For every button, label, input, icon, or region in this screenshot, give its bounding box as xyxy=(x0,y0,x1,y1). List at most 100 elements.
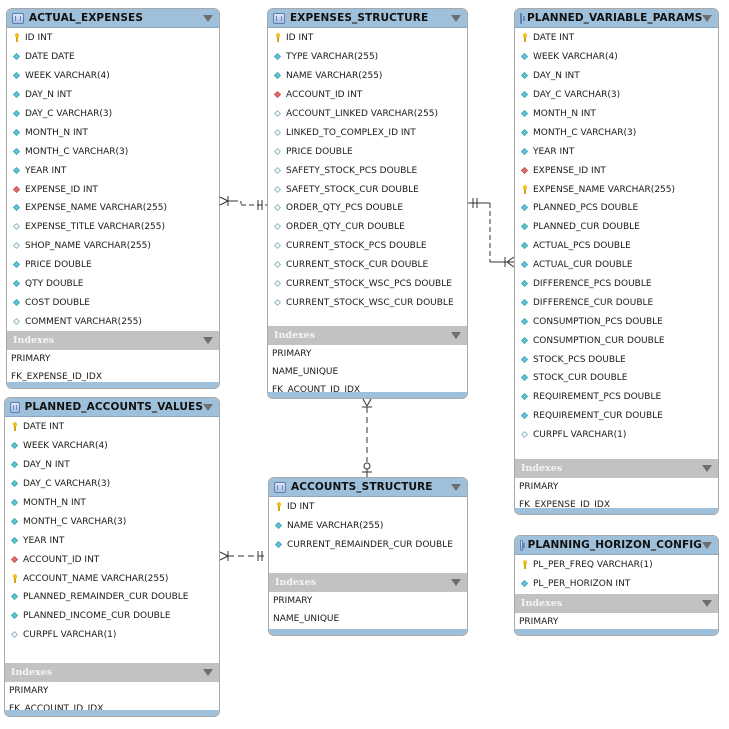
collapse-triangle-icon[interactable] xyxy=(451,14,461,22)
column-row[interactable]: DATE INT xyxy=(5,418,219,437)
column-row[interactable]: DAY_N INT xyxy=(7,86,219,105)
column-row[interactable]: ACCOUNT_ID INT xyxy=(5,550,219,569)
column-row[interactable]: QTY DOUBLE xyxy=(7,275,219,294)
column-row[interactable]: MONTH_N INT xyxy=(515,105,718,124)
column-row[interactable]: MONTH_C VARCHAR(3) xyxy=(5,512,219,531)
column-row[interactable]: EXPENSE_NAME VARCHAR(255) xyxy=(515,180,718,199)
indexes-header[interactable]: Indexes xyxy=(515,593,718,613)
column-row[interactable]: PLANNED_PCS DOUBLE xyxy=(515,199,718,218)
column-row[interactable]: DATE DATE xyxy=(7,48,219,67)
column-row[interactable]: EXPENSE_ID INT xyxy=(515,161,718,180)
column-row[interactable]: PLANNED_REMAINDER_CUR DOUBLE xyxy=(5,588,219,607)
column-row[interactable]: PL_PER_HORIZON INT xyxy=(515,575,718,594)
column-row[interactable]: EXPENSE_NAME VARCHAR(255) xyxy=(7,199,219,218)
collapse-triangle-icon[interactable] xyxy=(203,403,213,411)
column-row[interactable]: YEAR INT xyxy=(7,161,219,180)
column-row[interactable]: REQUIREMENT_CUR DOUBLE xyxy=(515,407,718,426)
collapse-triangle-icon[interactable] xyxy=(702,14,713,22)
column-row[interactable]: DAY_C VARCHAR(3) xyxy=(7,105,219,124)
collapse-triangle-icon[interactable] xyxy=(451,578,461,586)
column-row[interactable]: REQUIREMENT_PCS DOUBLE xyxy=(515,388,718,407)
table-planned-variable-params[interactable]: PLANNED_VARIABLE_PARAMS DATE INT WEEK VARC… xyxy=(514,8,719,515)
column-row[interactable]: DAY_C VARCHAR(3) xyxy=(5,475,219,494)
column-row[interactable]: LINKED_TO_COMPLEX_ID INT xyxy=(268,123,467,142)
index-row[interactable]: PRIMARY xyxy=(5,682,219,700)
column-row[interactable]: PLANNED_CUR DOUBLE xyxy=(515,218,718,237)
table-accounts-structure[interactable]: ACCOUNTS_STRUCTURE ID INT NAME VARCHAR(255… xyxy=(268,477,468,636)
column-row[interactable]: CURRENT_REMAINDER_CUR DOUBLE xyxy=(269,536,467,555)
collapse-triangle-icon[interactable] xyxy=(702,464,712,472)
column-row[interactable]: YEAR INT xyxy=(5,531,219,550)
index-row[interactable]: PRIMARY xyxy=(269,592,467,610)
column-row[interactable]: EXPENSE_ID INT xyxy=(7,180,219,199)
column-row[interactable]: PL_PER_FREQ VARCHAR(1) xyxy=(515,556,718,575)
collapse-triangle-icon[interactable] xyxy=(702,599,712,607)
column-row[interactable]: ID INT xyxy=(269,498,467,517)
column-row[interactable]: COMMENT VARCHAR(255) xyxy=(7,312,219,331)
column-row[interactable]: WEEK VARCHAR(4) xyxy=(5,437,219,456)
column-row[interactable]: ACCOUNT_LINKED VARCHAR(255) xyxy=(268,105,467,124)
column-row[interactable]: TYPE VARCHAR(255) xyxy=(268,48,467,67)
index-row[interactable]: NAME_UNIQUE xyxy=(268,363,467,381)
table-header[interactable]: PLANNING_HORIZON_CONFIG xyxy=(515,536,718,555)
table-header[interactable]: PLANNED_ACCOUNTS_VALUES xyxy=(5,398,219,417)
indexes-header[interactable]: Indexes xyxy=(268,326,467,346)
column-row[interactable]: CURRENT_STOCK_WSC_CUR DOUBLE xyxy=(268,293,467,312)
table-header[interactable]: ACCOUNTS_STRUCTURE xyxy=(269,478,467,497)
column-row[interactable]: COST DOUBLE xyxy=(7,293,219,312)
column-row[interactable]: EXPENSE_TITLE VARCHAR(255) xyxy=(7,218,219,237)
column-row[interactable]: PRICE DOUBLE xyxy=(7,256,219,275)
index-row[interactable]: NAME_UNIQUE xyxy=(269,610,467,628)
column-row[interactable]: SHOP_NAME VARCHAR(255) xyxy=(7,237,219,256)
column-row[interactable]: STOCK_PCS DOUBLE xyxy=(515,350,718,369)
column-row[interactable]: CONSUMPTION_CUR DOUBLE xyxy=(515,331,718,350)
table-header[interactable]: EXPENSES_STRUCTURE xyxy=(268,9,467,28)
table-planned-accounts-values[interactable]: PLANNED_ACCOUNTS_VALUES DATE INT WEEK VARC… xyxy=(4,397,220,717)
indexes-header[interactable]: Indexes xyxy=(269,572,467,592)
column-row[interactable]: NAME VARCHAR(255) xyxy=(269,517,467,536)
collapse-triangle-icon[interactable] xyxy=(451,332,461,340)
column-row[interactable]: MONTH_N INT xyxy=(5,494,219,513)
column-row[interactable]: YEAR INT xyxy=(515,142,718,161)
column-row[interactable]: CURRENT_STOCK_WSC_PCS DOUBLE xyxy=(268,275,467,294)
column-row[interactable]: ID INT xyxy=(268,29,467,48)
column-row[interactable]: DAY_C VARCHAR(3) xyxy=(515,86,718,105)
table-header[interactable]: PLANNED_VARIABLE_PARAMS xyxy=(515,9,718,28)
collapse-triangle-icon[interactable] xyxy=(203,668,213,676)
column-row[interactable]: DAY_N INT xyxy=(5,456,219,475)
column-row[interactable]: DIFFERENCE_CUR DOUBLE xyxy=(515,293,718,312)
indexes-header[interactable]: Indexes xyxy=(5,662,219,682)
column-row[interactable]: ACCOUNT_NAME VARCHAR(255) xyxy=(5,569,219,588)
column-row[interactable]: ID INT xyxy=(7,29,219,48)
column-row[interactable]: ORDER_QTY_PCS DOUBLE xyxy=(268,199,467,218)
column-row[interactable]: MONTH_C VARCHAR(3) xyxy=(7,142,219,161)
collapse-triangle-icon[interactable] xyxy=(702,541,712,549)
column-row[interactable]: PLANNED_INCOME_CUR DOUBLE xyxy=(5,607,219,626)
indexes-header[interactable]: Indexes xyxy=(515,458,718,478)
column-row[interactable]: CURRENT_STOCK_PCS DOUBLE xyxy=(268,237,467,256)
column-row[interactable]: WEEK VARCHAR(4) xyxy=(515,48,718,67)
column-row[interactable]: PRICE DOUBLE xyxy=(268,142,467,161)
column-row[interactable]: CURPFL VARCHAR(1) xyxy=(5,626,219,645)
table-header[interactable]: ACTUAL_EXPENSES xyxy=(7,9,219,28)
column-row[interactable]: DATE INT xyxy=(515,29,718,48)
index-row[interactable]: PRIMARY xyxy=(268,345,467,363)
table-expenses-structure[interactable]: EXPENSES_STRUCTURE ID INT TYPE VARCHAR(255… xyxy=(267,8,468,399)
table-planning-horizon-config[interactable]: PLANNING_HORIZON_CONFIG PL_PER_FREQ VARCH… xyxy=(514,535,719,636)
column-row[interactable]: CURRENT_STOCK_CUR DOUBLE xyxy=(268,256,467,275)
indexes-header[interactable]: Indexes xyxy=(7,331,219,351)
column-row[interactable]: DIFFERENCE_PCS DOUBLE xyxy=(515,275,718,294)
column-row[interactable]: CURPFL VARCHAR(1) xyxy=(515,426,718,445)
column-row[interactable]: ACTUAL_CUR DOUBLE xyxy=(515,256,718,275)
column-row[interactable]: ACCOUNT_ID INT xyxy=(268,86,467,105)
column-row[interactable]: MONTH_N INT xyxy=(7,123,219,142)
column-row[interactable]: WEEK VARCHAR(4) xyxy=(7,67,219,86)
column-row[interactable]: CONSUMPTION_PCS DOUBLE xyxy=(515,312,718,331)
column-row[interactable]: STOCK_CUR DOUBLE xyxy=(515,369,718,388)
column-row[interactable]: NAME VARCHAR(255) xyxy=(268,67,467,86)
column-row[interactable]: ORDER_QTY_CUR DOUBLE xyxy=(268,218,467,237)
collapse-triangle-icon[interactable] xyxy=(451,483,461,491)
table-actual-expenses[interactable]: ACTUAL_EXPENSES ID INT DATE DATE WEEK VARCH… xyxy=(6,8,220,389)
collapse-triangle-icon[interactable] xyxy=(203,14,213,22)
collapse-triangle-icon[interactable] xyxy=(203,337,213,345)
